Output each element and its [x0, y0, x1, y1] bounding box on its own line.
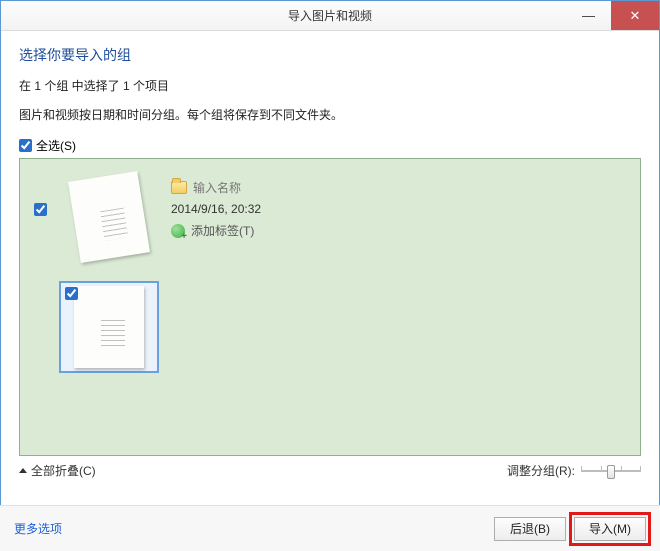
add-tags-label: 添加标签(T) — [191, 222, 254, 239]
more-options-link[interactable]: 更多选项 — [14, 520, 62, 537]
add-tags-row[interactable]: 添加标签(T) — [171, 222, 261, 239]
page-heading: 选择你要导入的组 — [19, 45, 641, 65]
thumbnail-checkbox[interactable] — [65, 287, 78, 300]
minimize-button[interactable]: — — [566, 1, 611, 30]
select-all-row[interactable]: 全选(S) — [19, 137, 641, 154]
slider-handle[interactable] — [607, 465, 615, 479]
group-row: 输入名称 2014/9/16, 20:32 添加标签(T) — [34, 171, 626, 373]
dialog-footer: 更多选项 后退(B) 导入(M) — [0, 505, 660, 551]
folder-name-row[interactable]: 输入名称 — [171, 179, 261, 196]
window-title: 导入图片和视频 — [288, 7, 372, 24]
group-datetime: 2014/9/16, 20:32 — [171, 202, 261, 216]
panel-footer-row: 全部折叠(C) 调整分组(R): — [1, 456, 659, 479]
select-all-label: 全选(S) — [36, 137, 76, 154]
back-button[interactable]: 后退(B) — [494, 517, 566, 541]
description: 图片和视频按日期和时间分组。每个组将保存到不同文件夹。 — [19, 106, 641, 123]
button-row: 后退(B) 导入(M) — [494, 517, 646, 541]
tag-add-icon — [171, 224, 185, 238]
import-button[interactable]: 导入(M) — [574, 517, 646, 541]
select-all-checkbox[interactable] — [19, 139, 32, 152]
adjust-grouping: 调整分组(R): — [507, 462, 641, 479]
chevron-up-icon — [19, 468, 27, 473]
group-checkbox[interactable] — [34, 203, 47, 216]
thumbnail-column — [59, 171, 159, 373]
grouping-slider[interactable] — [581, 464, 641, 478]
slider-tick — [581, 466, 582, 470]
collapse-all-button[interactable]: 全部折叠(C) — [19, 462, 96, 479]
photo-icon — [68, 171, 150, 263]
window-controls: — ✕ — [566, 1, 659, 30]
collapse-all-label: 全部折叠(C) — [31, 462, 96, 479]
photo-icon — [74, 286, 144, 368]
thumbnail-stack[interactable] — [59, 171, 159, 263]
groups-panel: 输入名称 2014/9/16, 20:32 添加标签(T) — [19, 158, 641, 456]
group-details: 输入名称 2014/9/16, 20:32 添加标签(T) — [171, 179, 261, 239]
titlebar: 导入图片和视频 — ✕ — [1, 1, 659, 31]
folder-icon — [171, 181, 187, 194]
selection-summary: 在 1 个组 中选择了 1 个项目 — [19, 77, 641, 94]
thumbnail-item[interactable] — [59, 281, 159, 373]
adjust-label: 调整分组(R): — [507, 462, 575, 479]
name-input[interactable]: 输入名称 — [193, 179, 241, 196]
slider-tick — [640, 466, 641, 470]
slider-tick — [621, 466, 622, 470]
slider-tick — [601, 466, 602, 470]
close-button[interactable]: ✕ — [611, 1, 659, 30]
content-area: 选择你要导入的组 在 1 个组 中选择了 1 个项目 图片和视频按日期和时间分组… — [1, 31, 659, 456]
